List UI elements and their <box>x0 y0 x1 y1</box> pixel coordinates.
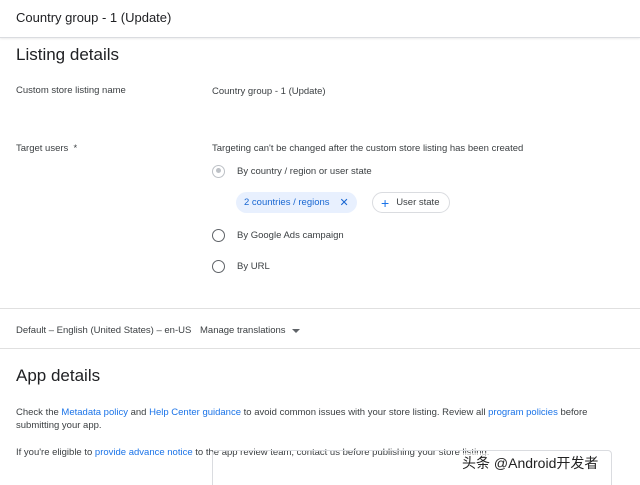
text: If you're eligible to <box>16 447 95 458</box>
watermark: 头条 @Android开发者 <box>460 453 601 473</box>
manage-translations-label: Manage translations <box>200 325 286 336</box>
listing-details-heading: Listing details <box>16 45 120 64</box>
text: and <box>127 407 150 418</box>
add-user-state-chip[interactable]: + User state <box>372 192 451 213</box>
manage-translations-dropdown[interactable]: Manage translations <box>200 325 300 336</box>
custom-listing-name-label: Custom store listing name <box>16 85 126 96</box>
help-center-link[interactable]: Help Center guidance <box>149 407 241 418</box>
default-language: Default – English (United States) – en-U… <box>16 325 192 336</box>
countries-chip[interactable]: 2 countries / regions ✕ <box>236 192 357 213</box>
top-bar: Country group - 1 (Update) <box>0 0 640 38</box>
section-divider <box>0 348 640 349</box>
radio-unchecked-icon <box>212 228 225 242</box>
text: Check the <box>16 407 62 418</box>
advance-notice-link[interactable]: provide advance notice <box>95 447 193 458</box>
program-policies-link[interactable]: program policies <box>488 407 558 418</box>
close-icon[interactable]: ✕ <box>340 196 349 209</box>
countries-chip-label: 2 countries / regions <box>244 197 330 208</box>
radio-by-google-ads[interactable]: By Google Ads campaign <box>212 227 344 243</box>
app-details-heading: App details <box>16 366 101 385</box>
radio-unchecked-icon <box>212 259 225 273</box>
radio-label: By Google Ads campaign <box>237 229 344 241</box>
plus-icon: + <box>381 194 390 211</box>
text: to avoid common issues with your store l… <box>241 407 489 418</box>
policy-paragraph: Check the Metadata policy and Help Cente… <box>16 406 616 432</box>
radio-checked-icon <box>212 164 225 178</box>
user-state-chip-label: User state <box>396 197 440 208</box>
radio-label: By country / region or user state <box>237 165 372 177</box>
page-title: Country group - 1 (Update) <box>16 10 172 25</box>
radio-label: By URL <box>237 260 270 272</box>
radio-by-url[interactable]: By URL <box>212 258 270 274</box>
targeting-note: Targeting can't be changed after the cus… <box>212 143 524 154</box>
custom-listing-name-value: Country group - 1 (Update) <box>212 86 326 97</box>
metadata-policy-link[interactable]: Metadata policy <box>61 407 128 418</box>
chevron-down-icon <box>291 328 300 333</box>
target-users-label: Target users * <box>16 143 78 154</box>
section-divider <box>0 308 640 309</box>
radio-by-country[interactable]: By country / region or user state <box>212 163 372 179</box>
